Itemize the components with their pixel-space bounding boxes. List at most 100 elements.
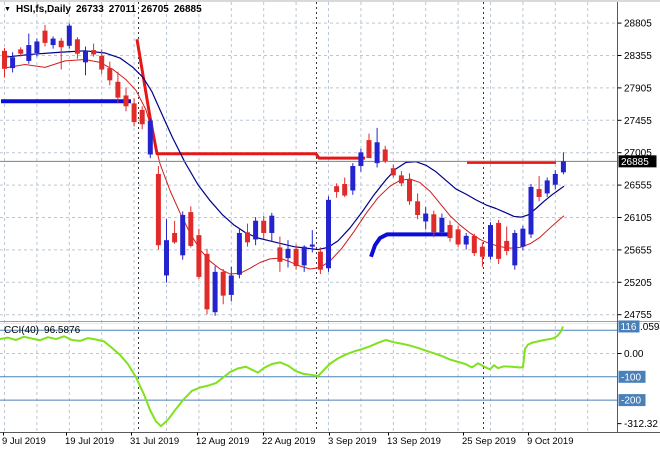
candle (212, 271, 218, 313)
candle (560, 161, 566, 173)
price-axis-label: 26105 (624, 213, 652, 224)
time-axis-label: 3 Sep 2019 (328, 436, 377, 447)
candle (58, 40, 64, 48)
candle (131, 103, 137, 123)
price-axis-label: 25205 (624, 278, 652, 289)
price-axis-label: 28805 (624, 19, 652, 30)
indicator-name: CCI(40) (4, 325, 40, 336)
cci-level-tag-text: -100 (621, 372, 641, 383)
candle (520, 228, 526, 247)
candle (10, 57, 16, 69)
candle (147, 120, 153, 155)
candle (253, 220, 259, 240)
cci-level-lines (0, 329, 618, 401)
current-price-tag: 26885 (618, 155, 657, 168)
candle (107, 68, 113, 81)
candle (423, 213, 429, 222)
price-axis-label: 25655 (624, 245, 652, 256)
candle (34, 41, 40, 53)
candle (496, 222, 502, 259)
candle (455, 229, 461, 245)
price-axis-label: 26555 (624, 181, 652, 192)
gridlines (0, 2, 618, 432)
candle (83, 50, 88, 63)
candle (228, 275, 234, 295)
symbol-dropdown-icon[interactable]: ▼ (4, 5, 11, 15)
candle (552, 173, 558, 185)
candle (164, 240, 169, 276)
candle (115, 81, 121, 98)
candle (398, 175, 404, 184)
candle (390, 168, 396, 176)
candle (317, 251, 323, 270)
candle (293, 248, 299, 267)
symbol-name: HSI,fs,Daily (15, 4, 71, 15)
candle (236, 232, 242, 275)
candle (155, 173, 161, 246)
candles-layer (2, 23, 566, 316)
candle (471, 235, 477, 254)
candle (301, 246, 307, 266)
candle (544, 180, 550, 194)
candle (528, 186, 534, 235)
symbol-ohlc-readout: ▼ HSI,fs,Daily 26733 27011 26705 26885 (4, 4, 202, 15)
price-axis: 2880528355279052745527005265552610525655… (617, 19, 652, 321)
candle (180, 214, 186, 256)
time-axis-label: 25 Sep 2019 (462, 436, 516, 447)
candle (123, 95, 129, 107)
candle (196, 235, 202, 277)
candle (26, 45, 32, 61)
cci-axis: 0.00 -312.32 -100 -200 116.0594 (617, 320, 660, 430)
time-axis-label: 12 Aug 2019 (196, 436, 249, 447)
candle (66, 25, 72, 46)
candle (447, 225, 453, 239)
ohlc-close: 26885 (173, 4, 202, 15)
price-axis-label: 24755 (624, 310, 652, 321)
candle (463, 235, 469, 245)
price-axis-label: 27905 (624, 83, 652, 94)
indicator-readout: CCI(40) 96.5876 (4, 325, 80, 336)
candle (269, 215, 275, 233)
candle (326, 199, 331, 269)
cci-value-tag-rest: .0594 (640, 322, 660, 333)
cci-value-tag-text: 116 (621, 322, 637, 333)
candle (366, 140, 372, 159)
candle (431, 214, 437, 233)
time-axis-label: 31 Jul 2019 (130, 436, 179, 447)
candle (261, 220, 267, 233)
candle (512, 232, 518, 266)
chart-window: 28805 28355 27905 27455 27005 26555 26105 25655… (0, 0, 660, 450)
candle (488, 225, 493, 257)
candle (204, 253, 210, 310)
candle (334, 186, 340, 192)
cci-axis-label: -312.32 (624, 419, 658, 430)
price-chart-canvas[interactable]: 2880528355279052745527005265552610525655… (0, 2, 660, 450)
candle (188, 212, 194, 246)
indicator-value: 96.5876 (44, 325, 81, 336)
candle (245, 232, 250, 243)
time-axis-label: 19 Jul 2019 (65, 436, 114, 447)
candle (74, 39, 80, 54)
candle (374, 142, 380, 164)
candle (342, 184, 348, 196)
candle (504, 240, 510, 251)
candle (285, 248, 291, 259)
cci-axis-label: 0.00 (624, 349, 644, 360)
candle (358, 152, 364, 167)
price-axis-label: 28355 (624, 51, 652, 62)
candle (18, 49, 24, 54)
drawn-objects (1, 39, 556, 258)
candle (439, 217, 445, 233)
candle (99, 55, 105, 70)
time-axis-label: 9 Oct 2019 (527, 436, 573, 447)
ohlc-low: 26705 (141, 4, 169, 15)
ohlc-open: 26733 (75, 4, 104, 15)
time-axis: 9 Jul 2019 19 Jul 2019 31 Jul 2019 12 Aug 2… (2, 432, 573, 447)
time-axis-label: 9 Jul 2019 (2, 436, 46, 447)
candle (277, 247, 283, 262)
time-axis-label: 13 Sep 2019 (387, 436, 441, 447)
candle (407, 178, 412, 202)
candle (91, 50, 97, 55)
candle (42, 30, 48, 43)
candle (309, 244, 315, 247)
